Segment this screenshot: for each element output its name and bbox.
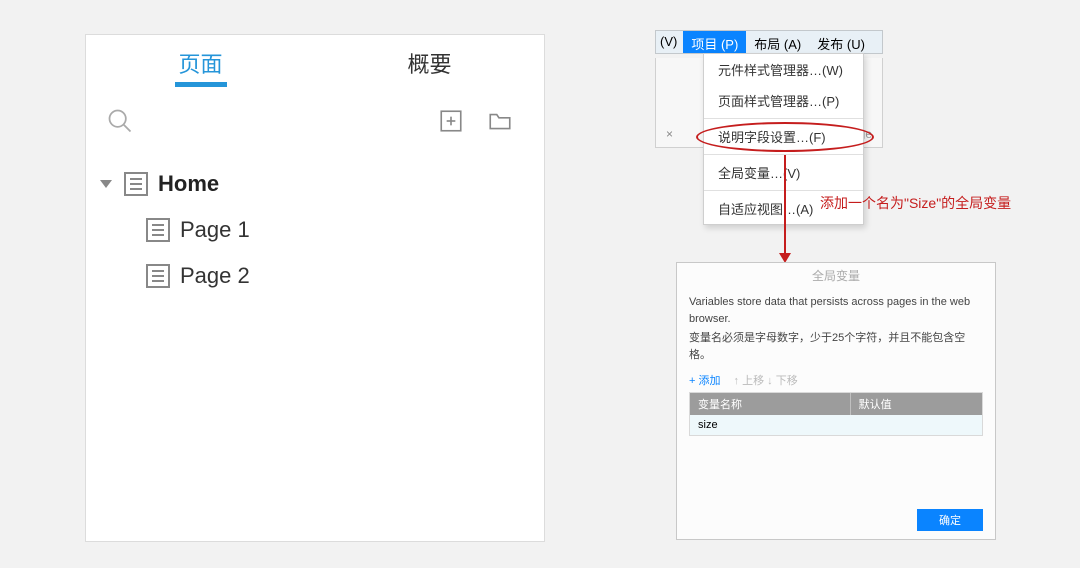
pages-panel: 页面 概要 Home Page 1 Page 2 <box>85 34 545 542</box>
tree-node-page[interactable]: Page 1 <box>96 207 532 253</box>
close-tab-icon[interactable]: × <box>666 127 673 141</box>
page-icon <box>124 172 148 196</box>
search-input[interactable] <box>106 107 438 135</box>
caret-down-icon <box>100 180 112 188</box>
annotation-text: 添加一个名为"Size"的全局变量 <box>820 193 1011 213</box>
menu-layout[interactable]: 布局 (A) <box>746 31 809 53</box>
move-down-button[interactable]: ↓ 下移 <box>767 375 798 387</box>
global-variables-dialog: 全局变量 Variables store data that persists … <box>676 262 996 540</box>
add-variable-button[interactable]: + 添加 <box>689 375 720 387</box>
col-header-name: 变量名称 <box>690 393 851 415</box>
col-header-default: 默认值 <box>851 393 982 415</box>
dialog-description: Variables store data that persists acros… <box>677 288 995 363</box>
menu-item-page-styles[interactable]: 页面样式管理器…(P) <box>704 85 863 116</box>
menu-item-notes-fields[interactable]: 说明字段设置…(F) <box>704 121 863 152</box>
tree-label: Page 2 <box>180 263 250 289</box>
move-up-button[interactable]: ↑ 上移 <box>734 375 765 387</box>
cell-variable-default[interactable] <box>851 415 982 435</box>
table-header: 变量名称 默认值 <box>690 393 982 415</box>
page-icon <box>146 218 170 242</box>
cell-variable-name[interactable]: size <box>690 415 851 435</box>
tree-node-page[interactable]: Page 2 <box>96 253 532 299</box>
ok-button[interactable]: 确定 <box>917 509 983 531</box>
annotation-arrow <box>784 155 786 255</box>
menu-separator <box>704 118 863 119</box>
table-row[interactable]: size <box>690 415 982 435</box>
menu-publish[interactable]: 发布 (U) <box>809 31 873 53</box>
add-page-icon[interactable] <box>438 108 464 134</box>
page-tree: Home Page 1 Page 2 <box>86 151 544 299</box>
dialog-desc-line: Variables store data that persists acros… <box>689 294 983 327</box>
dialog-title: 全局变量 <box>677 263 995 288</box>
dialog-footer: 确定 <box>917 509 983 531</box>
menubar: (V) 项目 (P) 布局 (A) 发布 (U) <box>655 30 883 54</box>
dialog-toolbar: + 添加 ↑ 上移 ↓ 下移 <box>677 366 995 392</box>
panel-actions <box>438 108 524 134</box>
folder-icon[interactable] <box>486 108 514 134</box>
tree-label: Home <box>158 171 219 197</box>
panel-toolbar <box>86 91 544 151</box>
menubar-truncated[interactable]: (V) <box>656 31 683 53</box>
tab-pages[interactable]: 页面 <box>86 35 315 91</box>
tree-label: Page 1 <box>180 217 250 243</box>
variables-table: 变量名称 默认值 size <box>689 392 983 436</box>
panel-tabs: 页面 概要 <box>86 35 544 91</box>
dialog-desc-line: 变量名必须是字母数字，少于25个字符，并且不能包含空格。 <box>689 330 983 363</box>
menu-project[interactable]: 项目 (P) <box>683 31 746 53</box>
page-icon <box>146 264 170 288</box>
search-icon <box>106 107 134 135</box>
menu-item-widget-styles[interactable]: 元件样式管理器…(W) <box>704 54 863 85</box>
tree-node-home[interactable]: Home <box>96 161 532 207</box>
tab-overview[interactable]: 概要 <box>315 35 544 91</box>
